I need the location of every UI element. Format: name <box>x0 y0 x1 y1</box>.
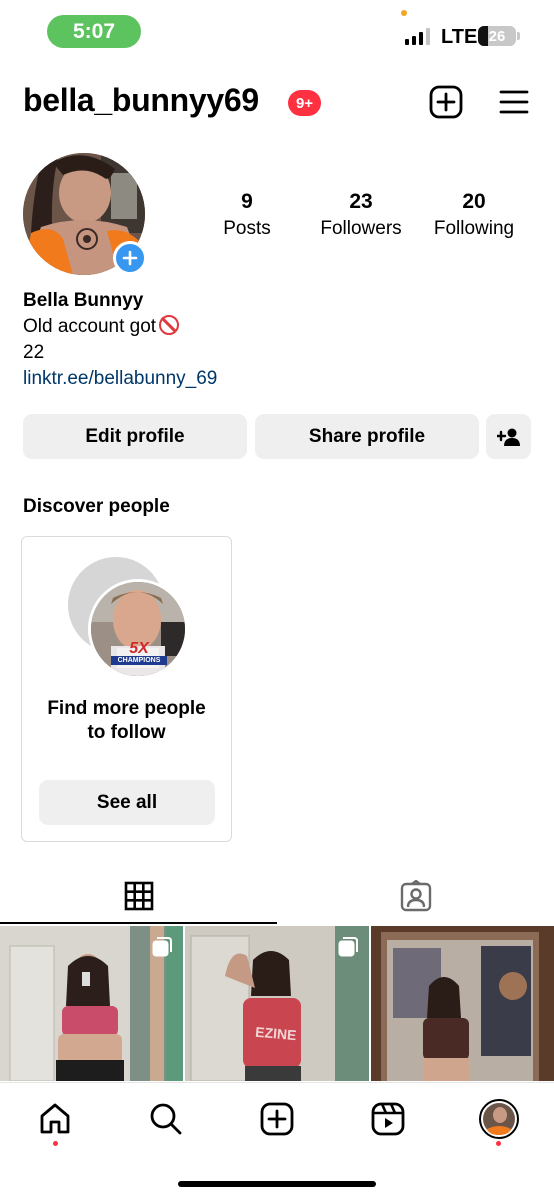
nav-reels[interactable] <box>366 1097 410 1141</box>
discover-people-title: Discover people <box>23 496 170 517</box>
home-indicator <box>178 1181 376 1187</box>
home-notification-dot <box>53 1141 58 1146</box>
posts-grid: EZINE <box>0 926 554 1081</box>
post-image <box>370 926 554 1081</box>
nav-create[interactable] <box>255 1097 299 1141</box>
bio-text: Old account got <box>23 316 157 337</box>
profile-header: bella_bunnyy69 9+ <box>0 78 554 128</box>
status-time: 5:07 <box>47 15 141 48</box>
plus-icon <box>122 250 138 266</box>
tab-posts-grid[interactable] <box>0 868 277 924</box>
share-profile-button[interactable]: Share profile <box>255 414 479 459</box>
nav-home[interactable] <box>33 1097 77 1141</box>
profile-bio: Bella Bunnyy Old account got 22 linktr.e… <box>23 288 217 392</box>
username-title[interactable]: bella_bunnyy69 <box>23 82 259 119</box>
create-button[interactable] <box>428 84 464 120</box>
bio-line-1: Old account got <box>23 314 217 340</box>
carousel-icon <box>338 937 358 957</box>
following-label: Following <box>433 218 515 239</box>
discover-people-button[interactable] <box>486 414 531 459</box>
tab-tagged[interactable] <box>277 868 554 924</box>
following-count: 20 <box>462 190 486 213</box>
stat-followers[interactable]: 23 Followers <box>312 190 410 240</box>
followers-count: 23 <box>349 190 373 213</box>
add-person-icon <box>496 428 520 446</box>
home-icon <box>40 1103 70 1134</box>
create-post-icon <box>260 1102 294 1136</box>
followers-label: Followers <box>320 218 402 239</box>
carousel-icon <box>152 937 173 957</box>
notification-badge[interactable]: 9+ <box>288 90 321 116</box>
nav-profile[interactable] <box>477 1097 521 1141</box>
network-type: LTE <box>441 26 478 48</box>
posts-count: 9 <box>241 190 253 213</box>
profile-avatar-wrap[interactable] <box>23 153 147 275</box>
profile-tabs <box>0 868 554 924</box>
stat-following[interactable]: 20 Following <box>426 190 522 240</box>
signal-icon <box>405 28 430 45</box>
tagged-person-icon <box>400 880 431 912</box>
champions-badge: 5X <box>129 640 149 657</box>
battery-percent: 26 <box>488 27 506 45</box>
reels-icon <box>371 1102 405 1136</box>
add-story-button[interactable] <box>113 241 147 275</box>
search-icon <box>150 1103 182 1135</box>
bio-link[interactable]: linktr.ee/bellabunny_69 <box>23 366 217 392</box>
post-thumbnail[interactable]: EZINE <box>185 926 369 1081</box>
find-people-label: Find more people to follow <box>47 698 206 743</box>
profile-notification-dot <box>496 1141 501 1146</box>
battery-icon: 26 <box>478 26 516 46</box>
menu-button[interactable] <box>496 84 532 120</box>
hamburger-menu-icon <box>499 90 529 114</box>
privacy-indicator-dot <box>401 10 407 16</box>
nav-search[interactable] <box>144 1097 188 1141</box>
suggested-avatar: 5X CHAMPIONS <box>88 579 188 679</box>
edit-profile-button[interactable]: Edit profile <box>23 414 247 459</box>
posts-label: Posts <box>223 218 271 239</box>
profile-avatar-icon <box>479 1099 519 1139</box>
see-all-button[interactable]: See all <box>39 780 215 825</box>
post-thumbnail[interactable] <box>370 926 554 1081</box>
plus-square-icon <box>429 85 463 119</box>
bio-line-2: 22 <box>23 342 45 363</box>
grid-icon <box>124 881 153 911</box>
prohibited-icon <box>159 315 180 335</box>
find-people-text: Find more people to follow <box>22 697 231 745</box>
stat-posts[interactable]: 9 Posts <box>217 190 277 240</box>
champions-text: CHAMPIONS <box>111 656 167 665</box>
status-bar: 5:07 LTE 26 <box>0 0 554 64</box>
battery-nub <box>517 32 520 40</box>
bottom-nav <box>0 1082 554 1200</box>
post-thumbnail[interactable] <box>0 926 184 1081</box>
active-tab-indicator <box>0 922 277 924</box>
discover-card[interactable]: 5X CHAMPIONS Find more people to follow … <box>21 536 232 842</box>
display-name: Bella Bunnyy <box>23 290 144 311</box>
